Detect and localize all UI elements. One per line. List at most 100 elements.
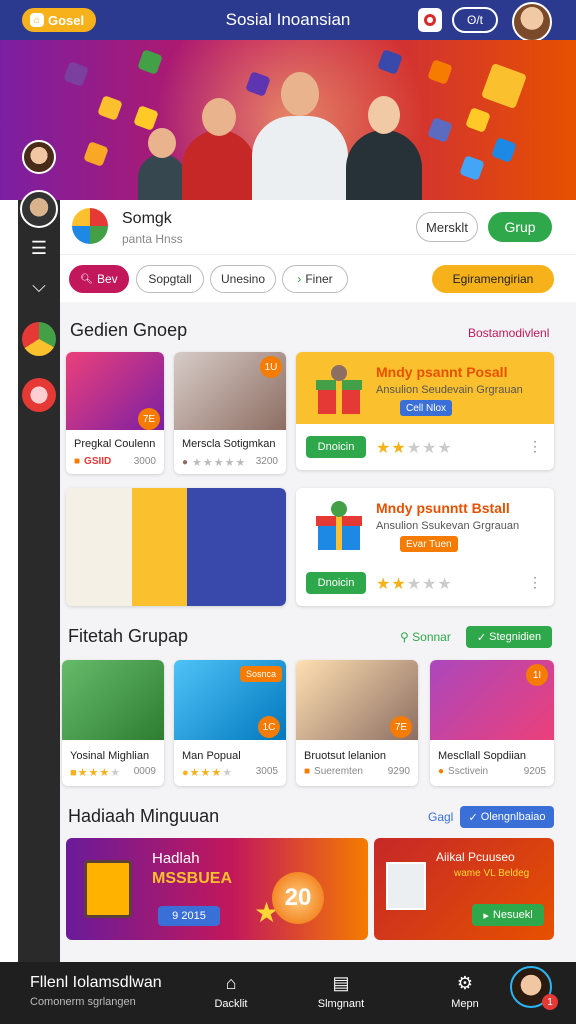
search-icon: ⚲: [400, 630, 409, 644]
promo-card[interactable]: Mndy psunntt Bstall Ansulion Ssukevan Gr…: [296, 488, 554, 606]
promo-button[interactable]: Dnoicin: [306, 436, 366, 458]
promo-card[interactable]: Mndy psannt Posall Ansulion Seudevain Gr…: [296, 352, 554, 470]
avatar: ●: [182, 457, 189, 468]
group-card[interactable]: 1U Merscla Sotigmkan ● ★★★★★ 3200: [174, 352, 286, 474]
profile-name: Somgk: [122, 210, 172, 227]
card-badge: 1U: [260, 356, 282, 378]
card-meta-text: Sueremten: [314, 766, 363, 777]
group-card[interactable]: 1I Mescllall Sopdiian ● Ssctivein 9205: [430, 660, 554, 786]
section-title: Fitetah Grupap: [68, 626, 189, 646]
promo-button[interactable]: Dnoicin: [306, 572, 366, 594]
record-icon: [424, 14, 436, 26]
card-count: 3000: [133, 456, 156, 467]
card-meta: ■ Sueremten: [304, 766, 363, 777]
notification-badge: 1: [542, 994, 558, 1010]
secondary-button[interactable]: Mersklt: [416, 212, 478, 242]
card-meta: ●★★★★: [182, 766, 233, 779]
reward-banner[interactable]: Aiikal Pcuuseo wame VL Beldeg ▸ Nesuekl: [374, 838, 554, 940]
more-icon[interactable]: ⋮: [528, 574, 542, 591]
check-icon: ✓: [476, 631, 487, 644]
sidebar-avatar[interactable]: [20, 190, 58, 228]
sidebar-avatar[interactable]: [22, 378, 56, 412]
group-logo: [72, 208, 108, 244]
card-title: Pregkal Coulenn: [74, 438, 156, 450]
photo-card[interactable]: [66, 488, 286, 606]
nav-item-label: Dacklit: [214, 998, 248, 1010]
filter-chip-label: Finer: [305, 272, 333, 286]
group-button[interactable]: Grup: [488, 212, 552, 242]
hero-person: [252, 72, 348, 200]
card-meta-icon: ■: [304, 766, 311, 777]
gift-machine-icon: [84, 860, 132, 918]
card-meta: ■★★★★: [70, 766, 121, 779]
section-link[interactable]: ⚲ Sonnar: [400, 630, 451, 644]
play-icon: ▸: [483, 909, 489, 922]
promo-subtitle: Ansulion Seudevain Grgrauan: [376, 384, 523, 396]
group-card[interactable]: 7E Bruotsut lelanion ■ Sueremten 9290: [296, 660, 418, 786]
filter-chip[interactable]: 🔍︎ Bev: [69, 265, 129, 293]
profile-card: Somgk panta Hnss Mersklt Grup: [60, 200, 576, 254]
section-title: Hadiaah Minguuan: [68, 806, 220, 826]
gift-cube-icon: [83, 141, 109, 167]
banner-button-label: Nesuekl: [492, 909, 533, 921]
banner-title: Aiikal Pcuuseo: [436, 850, 515, 864]
tag-icon[interactable]: ⌵: [29, 276, 49, 297]
card-badge: 7E: [138, 408, 160, 430]
nav-item-mepn[interactable]: ⚙ Mepn: [430, 972, 500, 1010]
top-bar: ⌂ Gosel Sosial Inoansian ʘ/t: [0, 0, 576, 42]
section-link[interactable]: Gagl: [428, 810, 453, 824]
banner-button[interactable]: ▸ Nesuekl: [472, 904, 544, 926]
promo-title: Mndy psannt Posall: [376, 364, 508, 380]
card-meta: ● Ssctivein: [438, 766, 488, 777]
gift-cube-icon: [63, 61, 89, 87]
card-photo: [66, 488, 286, 606]
filter-chip[interactable]: Sopgtall: [136, 265, 204, 293]
photo-frame-icon: [386, 862, 426, 910]
card-badge: 1I: [526, 664, 548, 686]
gift-icon: [316, 501, 362, 550]
group-card[interactable]: Yosinal Mighlian ■★★★★ 0009: [62, 660, 164, 786]
gift-cube-icon: [491, 137, 517, 163]
filter-chip[interactable]: › Finer: [282, 265, 348, 293]
record-button[interactable]: [418, 8, 442, 32]
nav-item-slmgnant[interactable]: ▤ Slmgnant: [306, 972, 376, 1010]
group-card[interactable]: Sosnca 1C Man Popual ●★★★★ 3005: [174, 660, 286, 786]
gift-cube-icon: [480, 62, 528, 110]
sidebar-avatar[interactable]: [22, 322, 56, 356]
hero-person: [138, 128, 186, 200]
section-link[interactable]: Bostamodivlenl: [468, 326, 549, 340]
nav-item-dacklit[interactable]: ⌂ Dacklit: [196, 972, 266, 1010]
card-meta-text: Ssctivein: [448, 766, 489, 777]
promo-subtitle: Ansulion Ssukevan Grgrauan: [376, 520, 520, 532]
group-card[interactable]: 7E Pregkal Coulenn ■ GSIID 3000: [66, 352, 164, 474]
profile-subtitle: panta Hnss: [122, 232, 183, 246]
banner-subtitle: MSSBUEA: [152, 870, 233, 887]
gear-icon: ⚙: [456, 973, 474, 993]
card-meta-icon: ■: [74, 456, 81, 467]
filter-chip[interactable]: Unesino: [210, 265, 276, 293]
more-icon[interactable]: ⋮: [528, 438, 542, 455]
user-avatar[interactable]: [512, 2, 552, 42]
card-title: Man Popual: [182, 750, 241, 762]
bottom-nav: Fllenl Iolamsdlwan Comonerm sgrlangen ⌂ …: [0, 962, 576, 1024]
filter-chip-highlight[interactable]: Egiramengirian: [432, 265, 554, 293]
section-action-button[interactable]: ✓ Olengnlbaiao: [460, 806, 554, 828]
toggle-pill[interactable]: ʘ/t: [452, 7, 498, 33]
search-icon: 🔍︎: [80, 273, 93, 285]
chevron-right-icon: ›: [297, 272, 302, 286]
hero-person: [346, 96, 422, 200]
section-link-label: Sonnar: [412, 630, 451, 644]
bottom-title: Fllenl Iolamsdlwan: [30, 974, 162, 991]
grid-icon: ▤: [332, 973, 350, 993]
section-action-button[interactable]: ✓ Stegnidien: [466, 626, 552, 648]
promo-rating: ★★★★★: [376, 440, 453, 457]
card-meta: ■ GSIID: [74, 456, 111, 467]
filter-chip-label: Bev: [97, 272, 118, 286]
hero-person: [182, 98, 256, 200]
reward-banner[interactable]: Hadlah MSSBUEA 9 2015 ★ 20: [66, 838, 368, 940]
hero-avatar[interactable]: [22, 140, 56, 174]
card-count: 9290: [387, 766, 410, 777]
card-count: 9205: [523, 766, 546, 777]
left-sidebar: ☰ ⌵: [18, 190, 60, 962]
menu-icon[interactable]: ☰: [29, 238, 49, 259]
